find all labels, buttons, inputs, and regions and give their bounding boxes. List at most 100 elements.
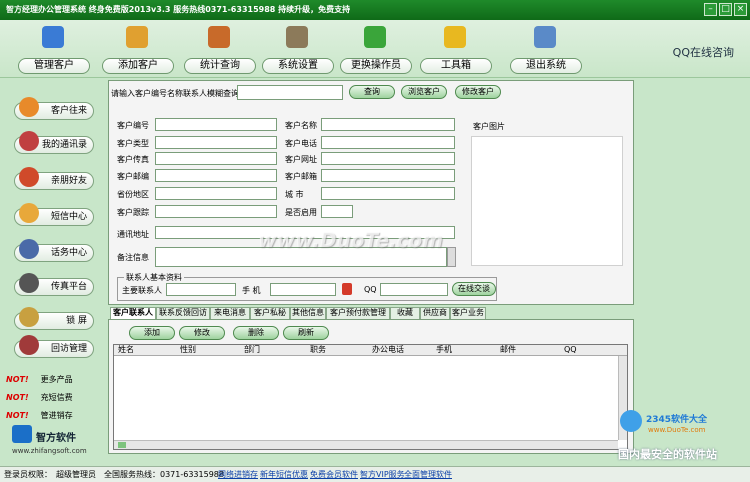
tab-4[interactable]: 客户私秘 (250, 307, 290, 319)
refresh-button[interactable]: 刷新 (283, 326, 329, 340)
column-header[interactable]: QQ (564, 345, 577, 355)
main-contact-label: 主要联系人 (122, 286, 162, 295)
main-contact-field[interactable] (166, 283, 236, 296)
left-field-3[interactable] (155, 152, 277, 165)
mobile-field[interactable] (270, 283, 336, 296)
column-header[interactable]: 部门 (244, 345, 260, 355)
search-input[interactable] (237, 85, 343, 100)
left-field-4[interactable] (155, 169, 277, 182)
toolbar-label: 更换操作员 (340, 58, 412, 74)
toolbar-2-button[interactable]: 添加客户 (102, 24, 174, 76)
tab-8[interactable]: 供应商 (420, 307, 450, 319)
left-field-1[interactable] (155, 118, 277, 131)
right-field-2[interactable] (321, 136, 455, 149)
link-management-software[interactable]: 全面管理软件 (404, 469, 452, 480)
operators-icon (364, 26, 386, 48)
right-field-3[interactable] (321, 152, 455, 165)
maximize-button[interactable]: □ (719, 3, 732, 16)
toolbar-5-button[interactable]: 更换操作员 (340, 24, 412, 76)
sidebar-item-2[interactable]: 我的通讯录 (14, 131, 94, 154)
grid-horizontal-scrollbar[interactable] (114, 440, 618, 449)
toolbar-4-button[interactable]: 系统设置 (262, 24, 334, 76)
tab-5[interactable]: 其他信息 (290, 307, 326, 319)
toolbar-7-button[interactable]: 退出系统 (510, 24, 582, 76)
right-field-6[interactable] (321, 205, 353, 218)
field-label: 客户传真 (117, 155, 149, 164)
qq-field[interactable] (380, 283, 448, 296)
memo-label: 备注信息 (117, 253, 149, 262)
mobile-label: 手 机 (242, 286, 261, 295)
friends-icon (19, 167, 39, 187)
browse-customers-button[interactable]: 浏览客户 (401, 85, 447, 99)
sidebar-item-8[interactable]: 回访管理 (14, 335, 94, 358)
toolbar-1-button[interactable]: 管理客户 (18, 24, 90, 76)
query-button[interactable]: 查询 (349, 85, 395, 99)
company-logo[interactable]: 智方软件 www.zhifangsoft.com (8, 425, 98, 459)
toolbar-6-button[interactable]: 工具箱 (420, 24, 492, 76)
contacts-grid[interactable]: 姓名 性别 部门 职务 办公电话 手机 邮件 QQ (113, 344, 628, 450)
photo-label: 客户图片 (473, 122, 505, 131)
link-inventory[interactable]: 网络进销存 (218, 469, 258, 480)
sidebar-item-label: 回访管理 (50, 344, 87, 354)
hot-link-1[interactable]: NOT! 更多产品 (6, 374, 73, 385)
field-label: 客户编号 (117, 121, 149, 130)
sidebar-item-1[interactable]: 客户往来 (14, 97, 94, 120)
qq-online-consult-link[interactable]: QQ在线咨询 (673, 44, 734, 60)
add-button[interactable]: 添加 (129, 326, 175, 340)
tab-3[interactable]: 来电消息 (210, 307, 250, 319)
watermark-brand: 2345软件大全 (646, 415, 708, 425)
scroll-thumb[interactable] (118, 442, 126, 448)
sidebar-item-label: 客户往来 (50, 106, 87, 116)
user-role: 超级管理员 (56, 470, 96, 479)
sidebar-item-6[interactable]: 传真平台 (14, 273, 94, 296)
column-header[interactable]: 邮件 (500, 345, 516, 355)
grid-header: 姓名 性别 部门 职务 办公电话 手机 邮件 QQ (114, 345, 627, 356)
column-header[interactable]: 手机 (436, 345, 452, 355)
address-label: 通讯地址 (117, 230, 149, 239)
column-header[interactable]: 姓名 (118, 345, 134, 355)
right-field-5[interactable] (321, 187, 455, 200)
tab-9[interactable]: 客户业务 (450, 307, 486, 319)
logo-url: www.zhifangsoft.com (12, 447, 87, 455)
column-header[interactable]: 职务 (310, 345, 326, 355)
column-header[interactable]: 办公电话 (372, 345, 404, 355)
edit-customer-button[interactable]: 修改客户 (455, 85, 501, 99)
hot-link-3[interactable]: NOT! 管进销存 (6, 410, 73, 421)
close-button[interactable]: × (734, 3, 747, 16)
field-label: 客户名称 (285, 121, 317, 130)
contacts-panel: 添加 修改 删除 刷新 姓名 性别 部门 职务 办公电话 手机 邮件 QQ (108, 319, 634, 454)
sidebar-item-4[interactable]: 短信中心 (14, 203, 94, 226)
toolbar-label: 退出系统 (510, 58, 582, 74)
link-vip-service[interactable]: 智方VIP服务 (360, 469, 405, 480)
memo-scrollbar[interactable] (447, 247, 456, 267)
hot-link-2[interactable]: NOT! 充短信费 (6, 392, 73, 403)
link-sms-offer[interactable]: 新年短信优惠 (260, 469, 308, 480)
left-field-5[interactable] (155, 187, 277, 200)
online-chat-button[interactable]: 在线交谈 (452, 282, 496, 296)
tab-7[interactable]: 收藏 (390, 307, 420, 319)
right-field-4[interactable] (321, 169, 455, 182)
toolbar-3-button[interactable]: 统计查询 (184, 24, 256, 76)
field-label: 客户类型 (117, 139, 149, 148)
followup-icon (19, 335, 39, 355)
hot-badge: NOT! (6, 375, 29, 384)
tab-1[interactable]: 客户联系人 (110, 307, 156, 319)
field-label: 城 市 (285, 190, 304, 199)
column-header[interactable]: 性别 (180, 345, 196, 355)
sidebar-item-5[interactable]: 话务中心 (14, 239, 94, 262)
right-field-1[interactable] (321, 118, 455, 131)
customer-form-panel: 请输入客户编号名称联系人模糊查询 查询 浏览客户 修改客户 客户编号 客户类型 客户… (108, 80, 634, 305)
minimize-button[interactable]: – (704, 3, 717, 16)
left-field-2[interactable] (155, 136, 277, 149)
phone-icon[interactable] (342, 283, 352, 295)
link-free-software[interactable]: 免费会员软件 (310, 469, 358, 480)
tab-2[interactable]: 联系反馈回访 (156, 307, 210, 319)
field-label: 客户邮编 (117, 172, 149, 181)
tab-6[interactable]: 客户预付款管理 (326, 307, 390, 319)
sidebar-item-7[interactable]: 锁 屏 (14, 307, 94, 330)
customer-photo[interactable] (471, 136, 623, 266)
sidebar-item-3[interactable]: 亲朋好友 (14, 167, 94, 190)
delete-button[interactable]: 删除 (233, 326, 279, 340)
edit-button[interactable]: 修改 (179, 326, 225, 340)
left-field-6[interactable] (155, 205, 277, 218)
